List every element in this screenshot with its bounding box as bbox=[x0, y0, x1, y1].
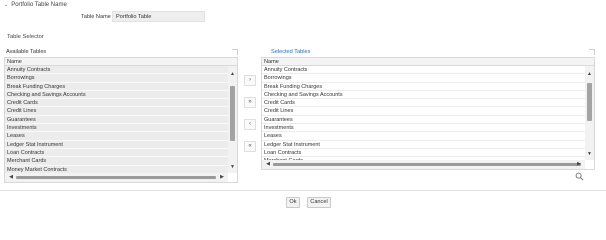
cancel-button[interactable]: Cancel bbox=[307, 197, 331, 208]
selected-tables-title: Selected Tables bbox=[271, 49, 311, 55]
table-row[interactable]: Break Funding Charges bbox=[262, 82, 585, 91]
table-row[interactable]: Credit Lines bbox=[5, 107, 228, 116]
table-row[interactable]: Checking and Savings Accounts bbox=[262, 90, 585, 100]
scroll-left-icon[interactable]: ◀ bbox=[264, 160, 272, 169]
table-row[interactable]: Annuity Contracts bbox=[262, 66, 585, 75]
move-left-button[interactable]: ‹ bbox=[244, 119, 256, 130]
table-row[interactable]: Investments bbox=[262, 124, 585, 133]
chevron-down-icon[interactable]: ⌄ bbox=[4, 2, 8, 8]
table-selector-title: Table Selector bbox=[7, 34, 44, 40]
scroll-right-icon[interactable]: ▶ bbox=[218, 173, 226, 182]
column-header-name[interactable]: Name bbox=[5, 58, 237, 66]
scroll-up-icon[interactable]: ▲ bbox=[585, 70, 594, 78]
selected-tables-grid[interactable]: Name Annuity Contracts Borrowings Break Fu… bbox=[261, 57, 595, 170]
scroll-down-icon[interactable]: ▼ bbox=[228, 163, 237, 171]
selected-tables-body: Annuity Contracts Borrowings Break Funding… bbox=[262, 66, 585, 160]
scroll-thumb[interactable] bbox=[587, 83, 592, 121]
column-header-name[interactable]: Name bbox=[262, 58, 594, 66]
table-row[interactable]: Credit Cards bbox=[5, 99, 228, 108]
search-icon[interactable] bbox=[575, 172, 584, 181]
footer-divider bbox=[0, 190, 606, 191]
scroll-thumb[interactable] bbox=[230, 86, 235, 141]
table-row[interactable]: Guarantees bbox=[5, 115, 228, 125]
table-row[interactable]: Credit Lines bbox=[262, 107, 585, 116]
panel-corner bbox=[589, 49, 595, 55]
table-row[interactable]: Borrowings bbox=[5, 74, 228, 83]
table-row[interactable]: Merchant Cards bbox=[5, 157, 228, 166]
horizontal-scrollbar[interactable]: ◀ ▶ bbox=[262, 160, 585, 169]
vertical-scrollbar[interactable]: ▲ ▼ bbox=[585, 66, 594, 160]
table-name-input[interactable] bbox=[112, 11, 205, 22]
table-row[interactable]: Ledger Stat Instrument bbox=[262, 140, 585, 149]
section-title: Portfolio Table Name bbox=[11, 2, 67, 8]
table-row[interactable]: Investments bbox=[5, 124, 228, 133]
table-row[interactable]: Checking and Savings Accounts bbox=[5, 90, 228, 100]
table-row[interactable]: Loan Contracts bbox=[262, 148, 585, 158]
panel-corner bbox=[232, 49, 238, 55]
horizontal-scrollbar[interactable]: ◀ ▶ bbox=[5, 173, 228, 182]
table-row[interactable]: Leases bbox=[5, 132, 228, 141]
ok-button[interactable]: Ok bbox=[286, 197, 300, 208]
section-header[interactable]: ⌄ Portfolio Table Name bbox=[4, 1, 67, 9]
scroll-left-icon[interactable]: ◀ bbox=[7, 173, 15, 182]
table-row[interactable]: Leases bbox=[262, 132, 585, 141]
move-right-button[interactable]: › bbox=[244, 75, 256, 86]
scroll-thumb[interactable] bbox=[16, 176, 216, 179]
move-all-right-button[interactable]: » bbox=[244, 97, 256, 108]
move-all-left-button[interactable]: « bbox=[244, 141, 256, 152]
table-row[interactable]: Ledger Stat Instrument bbox=[5, 140, 228, 149]
table-row[interactable]: Borrowings bbox=[262, 74, 585, 83]
available-tables-title: Available Tables bbox=[6, 49, 47, 55]
available-tables-body: Annuity Contracts Borrowings Break Funding… bbox=[5, 66, 228, 173]
scroll-down-icon[interactable]: ▼ bbox=[585, 150, 594, 158]
table-row[interactable]: Break Funding Charges bbox=[5, 82, 228, 91]
table-row[interactable]: Loan Contracts bbox=[5, 148, 228, 158]
available-tables-grid[interactable]: Name Annuity Contracts Borrowings Break Fu… bbox=[4, 57, 238, 183]
scroll-thumb[interactable] bbox=[273, 163, 581, 166]
scroll-right-icon[interactable]: ▶ bbox=[575, 160, 583, 169]
table-row[interactable]: Credit Cards bbox=[262, 99, 585, 108]
table-name-label: Table Name bbox=[81, 14, 111, 20]
table-row[interactable]: Annuity Contracts bbox=[5, 66, 228, 75]
scroll-up-icon[interactable]: ▲ bbox=[228, 70, 237, 78]
table-row[interactable]: Money Market Contracts bbox=[5, 165, 228, 173]
table-row[interactable]: Guarantees bbox=[262, 115, 585, 125]
vertical-scrollbar[interactable]: ▲ ▼ bbox=[228, 66, 237, 173]
